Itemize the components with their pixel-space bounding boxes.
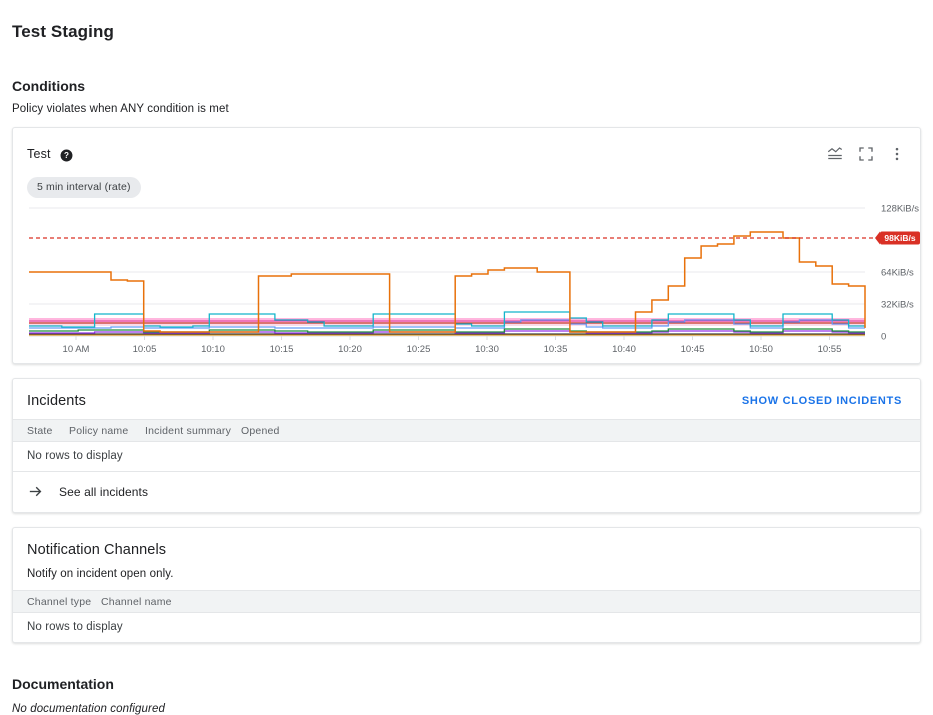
conditions-heading: Conditions — [12, 78, 86, 94]
x-tick-label: 10:05 — [133, 344, 157, 355]
chart-title: Test — [27, 147, 51, 161]
incidents-title: Incidents — [27, 393, 86, 409]
column-channel-name: Channel name — [101, 595, 172, 608]
y-tick-label: 128KiB/s — [881, 204, 919, 215]
fullscreen-icon[interactable] — [857, 145, 875, 163]
chart-svg: 0 32KiB/s 64KiB/s 128KiB/s 98KiB/s 10 AM 10:05… — [29, 204, 920, 355]
notification-channels-note: Notify on incident open only. — [27, 568, 174, 580]
page-title: Test Staging — [12, 22, 114, 41]
svg-text:?: ? — [64, 151, 69, 160]
x-tick-label: 10 AM — [63, 344, 90, 355]
y-tick-label: 0 — [881, 332, 886, 343]
help-icon[interactable]: ? — [60, 149, 73, 162]
channels-table-header: Channel type Channel name — [13, 590, 920, 613]
svg-text:98KiB/s: 98KiB/s — [884, 233, 915, 243]
documentation-heading: Documentation — [12, 676, 114, 692]
x-tick-label: 10:20 — [338, 344, 362, 355]
column-state: State — [27, 424, 53, 437]
condition-chart-card: Test ? 5 min interval (rate) 0 32KiB/s 6… — [12, 127, 921, 364]
show-closed-incidents-button[interactable]: SHOW CLOSED INCIDENTS — [738, 393, 906, 409]
see-all-incidents-label: See all incidents — [59, 484, 149, 499]
x-tick-label: 10:10 — [201, 344, 225, 355]
x-tick-label: 10:45 — [681, 344, 705, 355]
notification-channels-title: Notification Channels — [27, 542, 167, 558]
notification-channels-header: Notification Channels — [13, 528, 920, 568]
channels-empty-row: No rows to display — [27, 621, 123, 633]
more-vert-icon[interactable] — [888, 145, 906, 163]
chart-legend-icon[interactable] — [826, 145, 844, 163]
notification-channels-card: Notification Channels Notify on incident… — [12, 527, 921, 643]
x-tick-label: 10:35 — [544, 344, 568, 355]
x-tick-label: 10:55 — [818, 344, 842, 355]
chart-header: Test ? — [13, 128, 920, 166]
x-tick-label: 10:50 — [749, 344, 773, 355]
series-primary-throughput — [29, 231, 866, 333]
column-policy-name: Policy name — [69, 424, 129, 437]
threshold-badge: 98KiB/s — [875, 231, 920, 245]
policy-detail-page: Test Staging Conditions Policy violates … — [0, 12, 933, 715]
y-tick-label: 64KiB/s — [881, 268, 914, 279]
incidents-table-header: State Policy name Incident summary Opene… — [13, 419, 920, 442]
incidents-empty-row: No rows to display — [27, 450, 123, 462]
x-tick-label: 10:15 — [270, 344, 294, 355]
incidents-card: Incidents SHOW CLOSED INCIDENTS State Po… — [12, 378, 921, 513]
column-channel-type: Channel type — [27, 595, 92, 608]
incidents-header: Incidents SHOW CLOSED INCIDENTS — [13, 379, 920, 419]
column-incident-summary: Incident summary — [145, 424, 232, 437]
y-tick-label: 32KiB/s — [881, 300, 914, 311]
x-tick-label: 10:30 — [475, 344, 499, 355]
conditions-subtitle: Policy violates when ANY condition is me… — [12, 103, 229, 115]
documentation-body: No documentation configured — [12, 703, 165, 715]
x-tick-label: 10:40 — [612, 344, 636, 355]
x-tick-label: 10:25 — [407, 344, 431, 355]
arrow-right-icon — [27, 483, 44, 500]
column-opened: Opened — [241, 424, 280, 437]
see-all-incidents-button[interactable]: See all incidents — [13, 472, 920, 512]
chart-plot-area[interactable]: 0 32KiB/s 64KiB/s 128KiB/s 98KiB/s 10 AM 10:05… — [13, 190, 920, 363]
